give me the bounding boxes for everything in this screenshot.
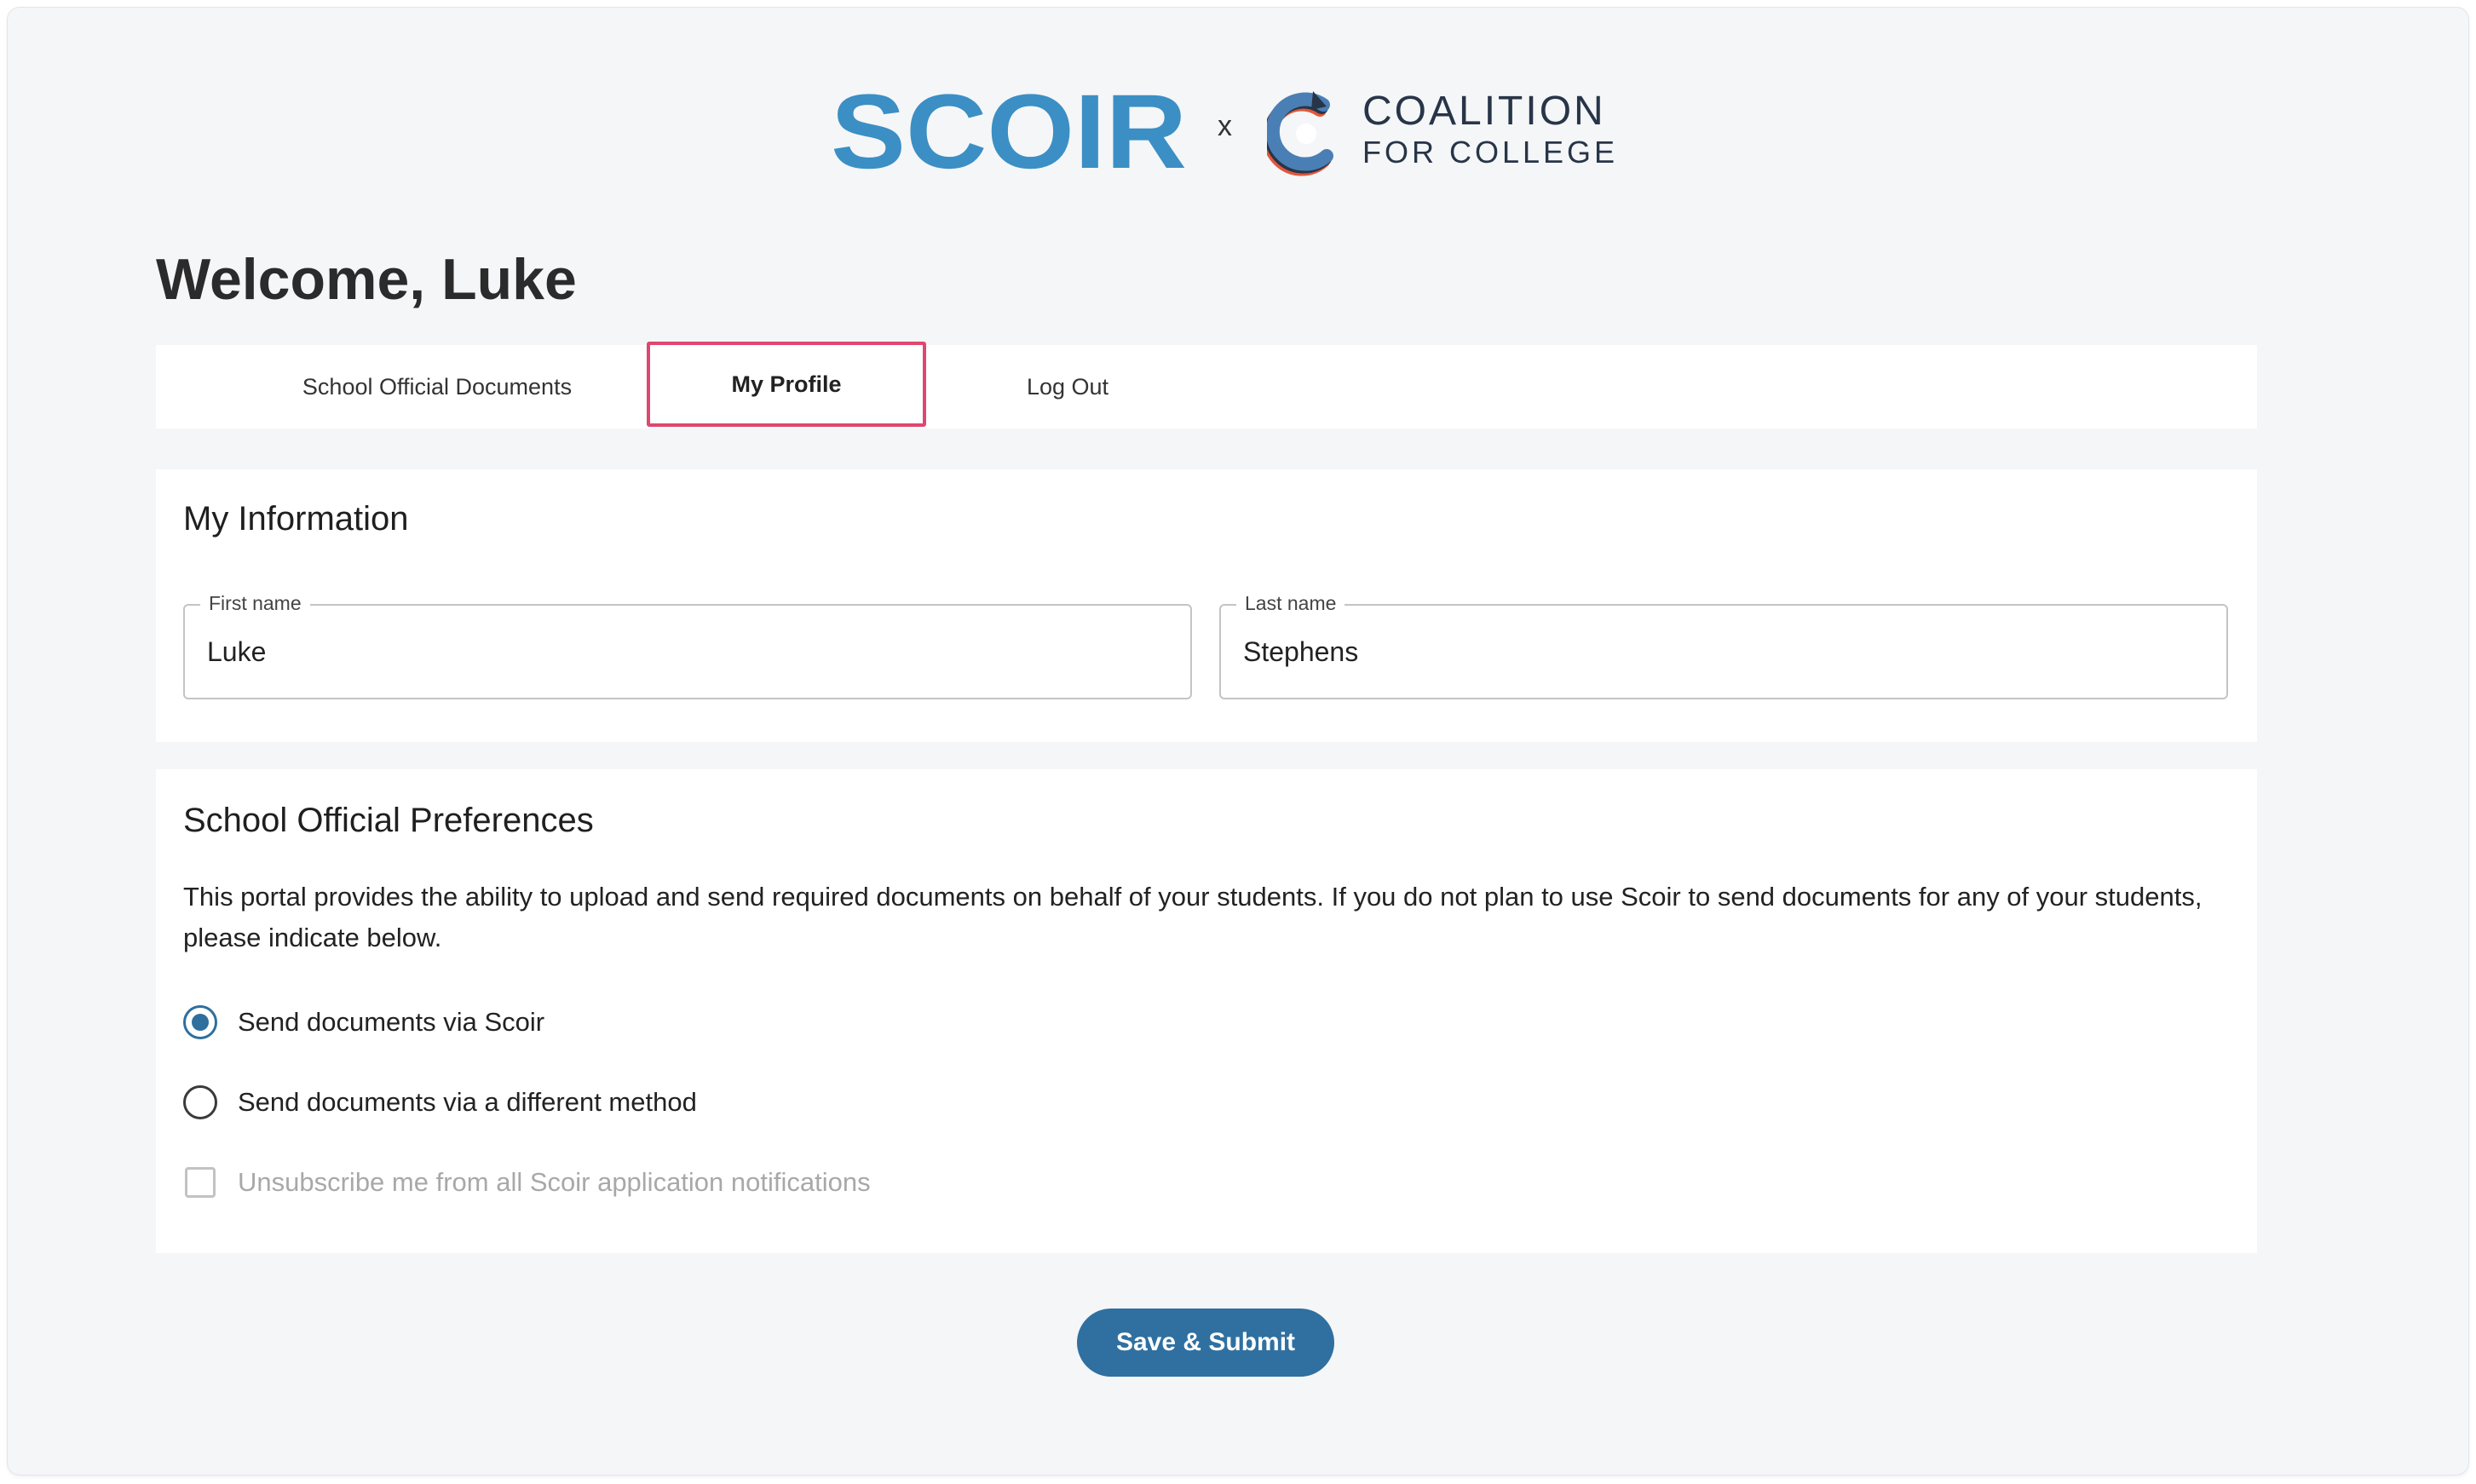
coalition-wordmark-line1: COALITION xyxy=(1362,89,1606,134)
tab-school-official-documents[interactable]: School Official Documents xyxy=(275,345,599,429)
scoir-logo: SCOIR xyxy=(831,78,1187,183)
radio-unchecked-icon[interactable] xyxy=(183,1085,217,1119)
first-name-label: First name xyxy=(200,594,310,613)
checkbox-unchecked-icon xyxy=(185,1167,216,1198)
my-information-title: My Information xyxy=(183,500,409,538)
school-official-preferences-card: School Official Preferences This portal … xyxy=(156,769,2257,1253)
logo-header: SCOIR x COALITION FOR COLLEGE xyxy=(8,78,2468,183)
logo-separator: x xyxy=(1218,110,1232,142)
last-name-label: Last name xyxy=(1236,594,1345,613)
my-information-card: My Information First name Last name xyxy=(156,469,2257,742)
tab-bar: School Official Documents My Profile Log… xyxy=(156,342,2257,429)
tab-my-profile[interactable]: My Profile xyxy=(647,342,926,427)
option-send-via-different-method[interactable]: Send documents via a different method xyxy=(183,1081,697,1124)
last-name-input[interactable] xyxy=(1243,630,2180,674)
first-name-input[interactable] xyxy=(207,630,1144,674)
option-unsubscribe-notifications: Unsubscribe me from all Scoir applicatio… xyxy=(183,1161,871,1204)
coalition-wordmark: COALITION FOR COLLEGE xyxy=(1362,91,1618,168)
tab-log-out[interactable]: Log Out xyxy=(982,345,1153,429)
coalition-logo-icon xyxy=(1267,91,1333,176)
option-unsubscribe-notifications-label: Unsubscribe me from all Scoir applicatio… xyxy=(238,1167,871,1197)
page-title: Welcome, Luke xyxy=(156,247,577,312)
page-frame: SCOIR x COALITION FOR COLLEGE Welcome, L… xyxy=(8,8,2468,1475)
option-send-via-scoir[interactable]: Send documents via Scoir xyxy=(183,1001,544,1044)
last-name-field: Last name xyxy=(1219,594,2228,699)
preferences-description: This portal provides the ability to uplo… xyxy=(183,882,2202,952)
radio-checked-icon[interactable] xyxy=(183,1005,217,1039)
option-send-via-scoir-label: Send documents via Scoir xyxy=(238,1007,545,1037)
first-name-field: First name xyxy=(183,594,1192,699)
preferences-title: School Official Preferences xyxy=(183,802,594,839)
save-and-submit-button[interactable]: Save & Submit xyxy=(1077,1309,1334,1377)
svg-text:SCOIR: SCOIR xyxy=(831,78,1187,183)
option-send-via-different-method-label: Send documents via a different method xyxy=(238,1087,697,1117)
coalition-wordmark-line2: FOR COLLEGE xyxy=(1362,135,1619,170)
